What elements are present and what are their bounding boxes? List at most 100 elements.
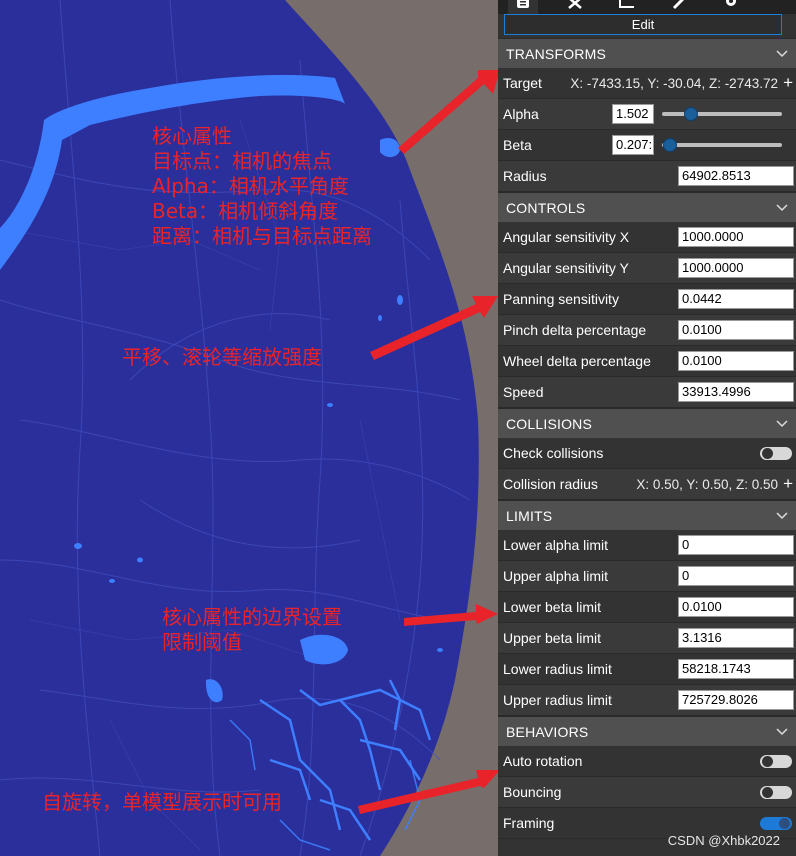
- check-collisions-row: Check collisions: [498, 438, 796, 469]
- chevron-down-icon[interactable]: [776, 511, 788, 520]
- edit-button[interactable]: Edit: [504, 14, 782, 35]
- alpha-slider[interactable]: [662, 107, 782, 121]
- framing-toggle[interactable]: [760, 816, 792, 830]
- pinch-delta-input[interactable]: 0.0100: [678, 320, 794, 340]
- controls-row: Panning sensitivity 0.0442: [498, 284, 796, 315]
- radius-row: Radius 64902.8513: [498, 161, 796, 192]
- angular-sensitivity-x-input[interactable]: 1000.0000: [678, 227, 794, 247]
- radius-input[interactable]: 64902.8513: [678, 166, 794, 186]
- auto-rotation-toggle[interactable]: [760, 754, 792, 768]
- row-label: Angular sensitivity X: [503, 229, 630, 245]
- chevron-down-icon[interactable]: [776, 727, 788, 736]
- annotation-line: 距离：相机与目标点距离: [152, 224, 372, 248]
- annotation-core-properties: 核心属性 目标点：相机的焦点 Alpha：相机水平角度 Beta：相机倾斜角度 …: [152, 124, 372, 249]
- collision-radius-value: X: 0.50, Y: 0.50, Z: 0.50: [636, 476, 778, 492]
- lower-alpha-limit-input[interactable]: 0: [678, 535, 794, 555]
- beta-input[interactable]: 0.207:: [612, 135, 654, 155]
- section-header-transforms[interactable]: TRANSFORMS: [498, 38, 796, 68]
- section-title: LIMITS: [506, 507, 553, 524]
- chart-icon[interactable]: [612, 0, 642, 14]
- beta-slider[interactable]: [662, 138, 782, 152]
- limits-row: Upper beta limit 3.1316: [498, 623, 796, 654]
- alpha-row: Alpha 1.502: [498, 99, 796, 130]
- chevron-down-icon[interactable]: [776, 49, 788, 58]
- lower-radius-limit-input[interactable]: 58218.1743: [678, 659, 794, 679]
- annotation-line: 核心属性: [152, 124, 232, 148]
- section-header-behaviors[interactable]: BEHAVIORS: [498, 716, 796, 746]
- limits-row: Lower radius limit 58218.1743: [498, 654, 796, 685]
- inspector-panel: Edit TRANSFORMS Target X: -7433.15, Y: -…: [498, 0, 796, 856]
- controls-row: Wheel delta percentage 0.0100: [498, 346, 796, 377]
- beta-slider-thumb[interactable]: [663, 138, 678, 152]
- row-label: Collision radius: [503, 476, 598, 492]
- row-label: Wheel delta percentage: [503, 353, 651, 369]
- limits-row: Lower alpha limit 0: [498, 530, 796, 561]
- limits-row: Upper radius limit 725729.8026: [498, 685, 796, 716]
- controls-row: Pinch delta percentage 0.0100: [498, 315, 796, 346]
- pencil-icon[interactable]: [664, 0, 694, 14]
- row-label: Upper alpha limit: [503, 568, 609, 584]
- target-row: Target X: -7433.15, Y: -30.04, Z: -2743.…: [498, 68, 796, 99]
- speed-input[interactable]: 33913.4996: [678, 382, 794, 402]
- row-label: Pinch delta percentage: [503, 322, 647, 338]
- row-label: Lower beta limit: [503, 599, 602, 615]
- row-label: Angular sensitivity Y: [503, 260, 629, 276]
- limits-rows: Lower alpha limit 0 Upper alpha limit 0 Lo…: [498, 530, 796, 716]
- upper-beta-limit-input[interactable]: 3.1316: [678, 628, 794, 648]
- annotation-line: 核心属性的边界设置: [162, 605, 342, 629]
- upper-radius-limit-input[interactable]: 725729.8026: [678, 690, 794, 710]
- chevron-down-icon[interactable]: [776, 419, 788, 428]
- panning-sensitivity-input[interactable]: 0.0442: [678, 289, 794, 309]
- limits-row: Lower beta limit 0.0100: [498, 592, 796, 623]
- lower-beta-limit-input[interactable]: 0.0100: [678, 597, 794, 617]
- toggle-knob: [762, 786, 773, 798]
- pointer-icon[interactable]: [560, 0, 590, 14]
- inspector-tabbar: [498, 0, 796, 14]
- gear-icon[interactable]: [716, 0, 746, 14]
- limits-row: Upper alpha limit 0: [498, 561, 796, 592]
- section-title: COLLISIONS: [506, 415, 593, 432]
- annotation-sensitivity: 平移、滚轮等缩放强度: [122, 345, 322, 369]
- check-collisions-toggle[interactable]: [760, 446, 792, 460]
- row-label: Upper radius limit: [503, 692, 612, 708]
- row-label: Check collisions: [503, 445, 604, 461]
- target-value: X: -7433.15, Y: -30.04, Z: -2743.72: [570, 75, 778, 91]
- section-title: BEHAVIORS: [506, 723, 589, 740]
- controls-row: Angular sensitivity Y 1000.0000: [498, 253, 796, 284]
- behaviors-row: Bouncing: [498, 777, 796, 808]
- angular-sensitivity-y-input[interactable]: 1000.0000: [678, 258, 794, 278]
- row-label: Lower radius limit: [503, 661, 612, 677]
- row-label: Framing: [503, 815, 555, 831]
- row-label: Upper beta limit: [503, 630, 602, 646]
- beta-row: Beta 0.207:: [498, 130, 796, 161]
- wheel-delta-input[interactable]: 0.0100: [678, 351, 794, 371]
- controls-rows: Angular sensitivity X 1000.0000 Angular s…: [498, 222, 796, 408]
- section-header-collisions[interactable]: COLLISIONS: [498, 408, 796, 438]
- chevron-down-icon[interactable]: [776, 203, 788, 212]
- transforms-rows: Target X: -7433.15, Y: -30.04, Z: -2743.…: [498, 68, 796, 192]
- edit-row: Edit: [498, 14, 796, 38]
- upper-alpha-limit-input[interactable]: 0: [678, 566, 794, 586]
- expand-plus-icon[interactable]: +: [783, 474, 793, 494]
- toggle-knob: [762, 755, 773, 767]
- row-label: Bouncing: [503, 784, 562, 800]
- expand-plus-icon[interactable]: +: [783, 73, 793, 93]
- annotation-line: 目标点：相机的焦点: [152, 149, 332, 173]
- section-title: TRANSFORMS: [506, 45, 606, 62]
- row-label: Panning sensitivity: [503, 291, 619, 307]
- alpha-slider-thumb[interactable]: [683, 107, 698, 121]
- section-title: CONTROLS: [506, 199, 586, 216]
- alpha-input[interactable]: 1.502: [612, 104, 654, 124]
- section-header-limits[interactable]: LIMITS: [498, 500, 796, 530]
- annotation-limits: 核心属性的边界设置 限制阈值: [162, 605, 342, 655]
- bouncing-toggle[interactable]: [760, 785, 792, 799]
- behaviors-row: Auto rotation: [498, 746, 796, 777]
- beta-label: Beta: [503, 137, 532, 153]
- alpha-label: Alpha: [503, 106, 539, 122]
- annotation-rotation: 自旋转，单模型展示时可用: [42, 790, 282, 814]
- render-viewport[interactable]: 核心属性 目标点：相机的焦点 Alpha：相机水平角度 Beta：相机倾斜角度 …: [0, 0, 498, 856]
- section-header-controls[interactable]: CONTROLS: [498, 192, 796, 222]
- row-label: Lower alpha limit: [503, 537, 609, 553]
- annotation-line: Beta：相机倾斜角度: [152, 199, 339, 223]
- document-icon[interactable]: [508, 0, 538, 14]
